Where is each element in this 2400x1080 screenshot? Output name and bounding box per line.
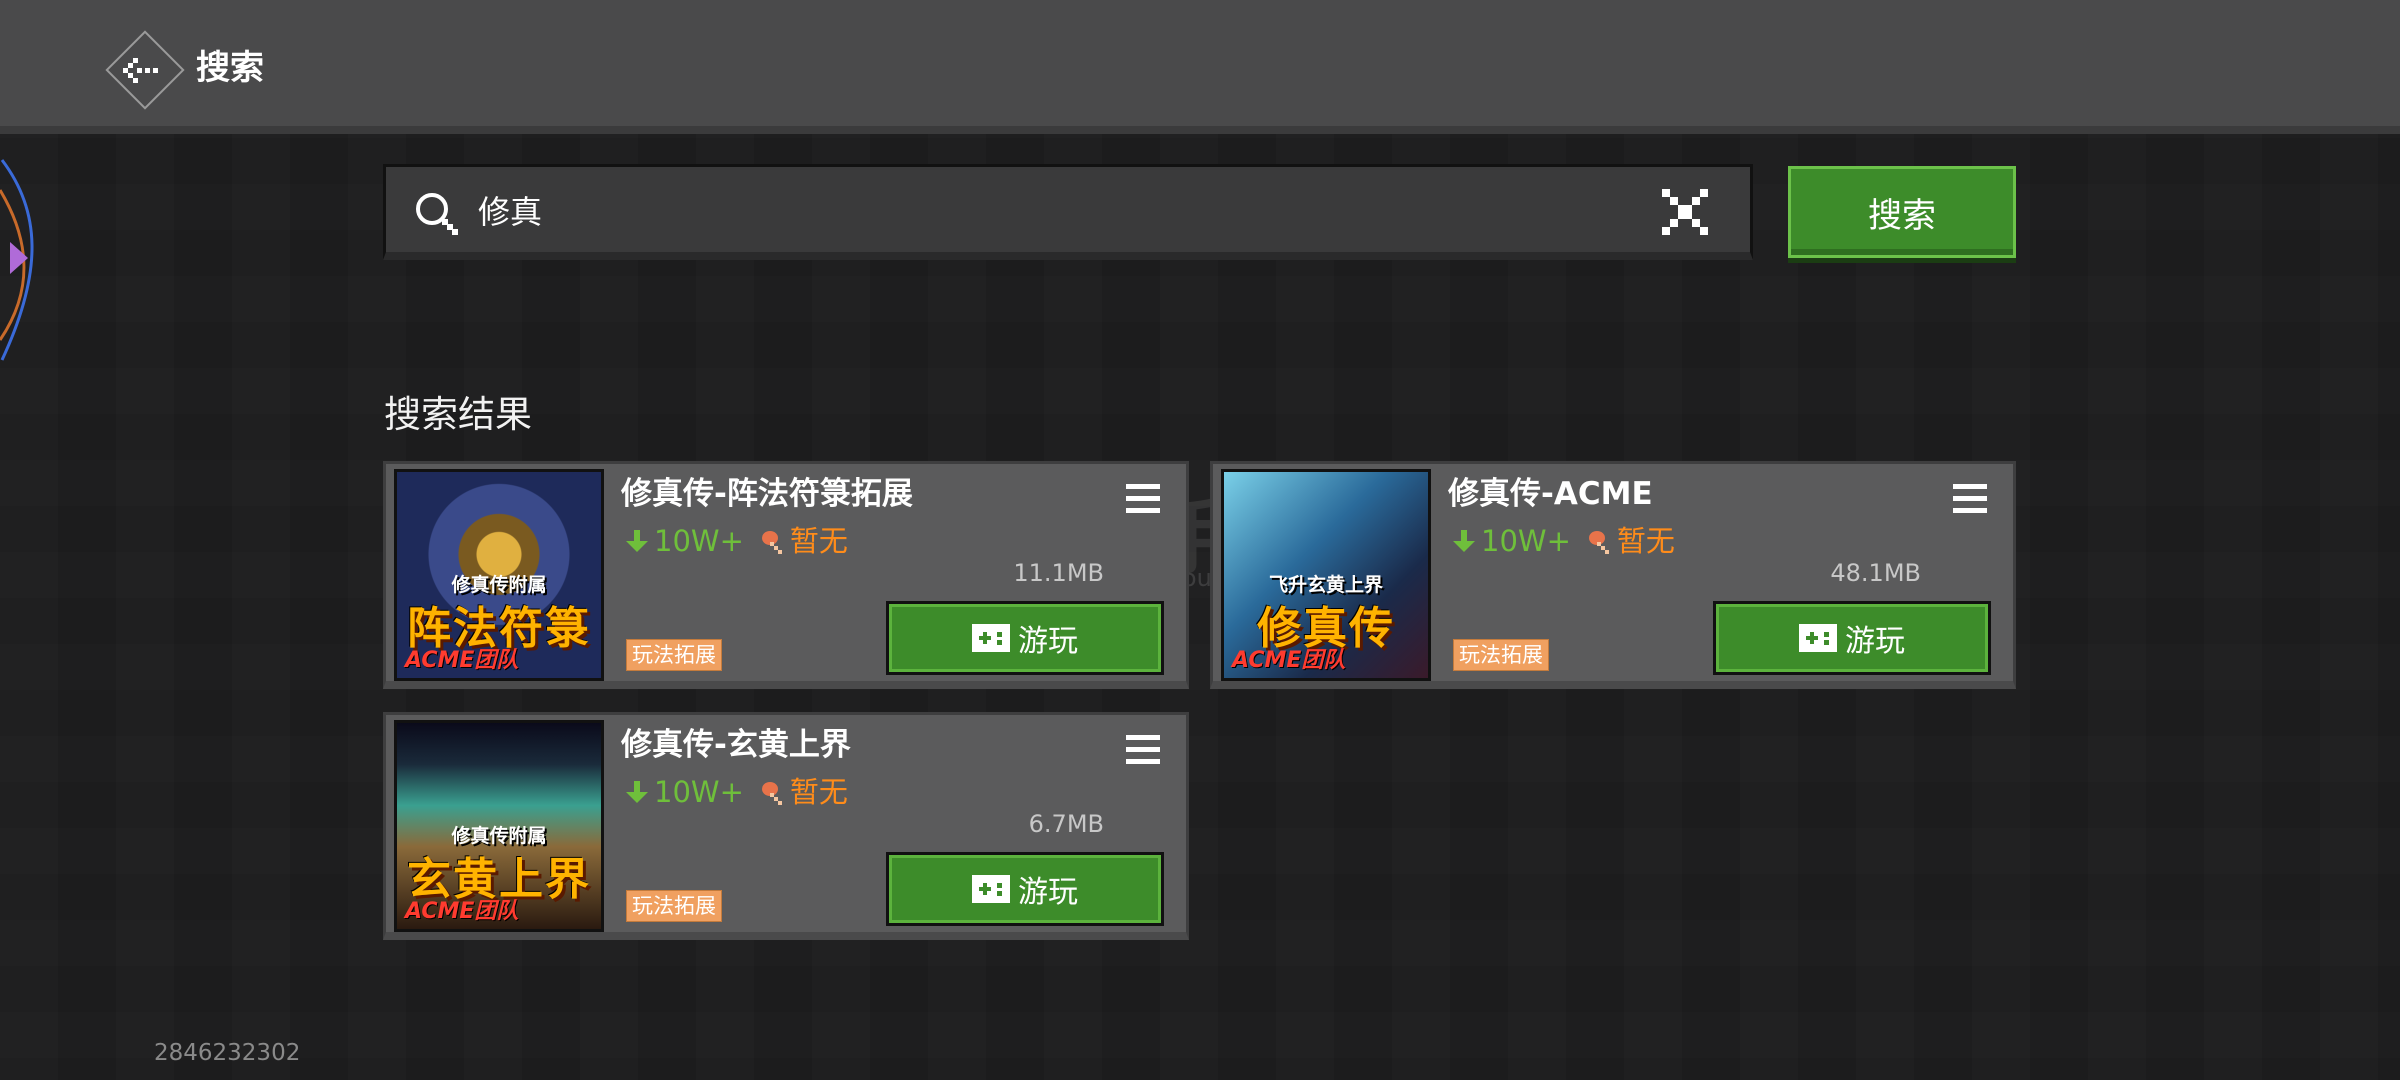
result-card[interactable]: 飞升玄黄上界 修真传 ACME团队 修真传-ACME 10W+ 暂无 48.1M…	[1210, 461, 2016, 689]
back-button[interactable]	[105, 30, 185, 110]
download-count-value: 10W+	[1481, 524, 1571, 558]
result-thumbnail: 修真传附属 阵法符箓 ACME团队	[394, 469, 604, 681]
back-arrow-icon	[123, 58, 158, 83]
search-bar	[383, 164, 1753, 260]
rating-value: 暂无	[789, 775, 848, 809]
download-arrow-icon	[626, 530, 648, 552]
gamepad-icon	[1799, 624, 1837, 652]
play-button-label: 游玩	[1018, 875, 1078, 910]
result-card[interactable]: 修真传附属 阵法符箓 ACME团队 修真传-阵法符箓拓展 10W+ 暂无 11.…	[383, 461, 1189, 689]
category-tag: 玩法拓展	[626, 890, 722, 922]
rating: 暂无	[758, 521, 848, 561]
result-title: 修真传-ACME	[1448, 476, 1653, 512]
top-bar: 搜索	[0, 0, 2400, 134]
search-input[interactable]	[476, 181, 1630, 239]
file-size: 6.7MB	[1028, 810, 1104, 838]
result-card[interactable]: 修真传附属 玄黄上界 ACME团队 修真传-玄黄上界 10W+ 暂无 6.7MB…	[383, 712, 1189, 940]
play-button[interactable]: 游玩	[886, 601, 1164, 675]
play-button[interactable]: 游玩	[1713, 601, 1991, 675]
thumb-team: ACME团队	[405, 899, 519, 924]
download-count: 10W+	[1451, 521, 1571, 561]
rating-icon	[761, 782, 782, 805]
search-icon	[416, 193, 458, 235]
play-button-label: 游玩	[1018, 624, 1078, 659]
rating-value: 暂无	[1616, 524, 1675, 558]
download-count: 10W+	[624, 772, 744, 812]
file-size: 48.1MB	[1830, 559, 1921, 587]
play-button[interactable]: 游玩	[886, 852, 1164, 926]
result-title: 修真传-玄黄上界	[621, 727, 851, 763]
gamepad-icon	[972, 875, 1010, 903]
category-tag: 玩法拓展	[626, 639, 722, 671]
results-title: 搜索结果	[384, 393, 532, 436]
download-arrow-icon	[626, 781, 648, 803]
rating-icon	[1588, 531, 1609, 554]
play-button-label: 游玩	[1845, 624, 1905, 659]
user-id: 2846232302	[154, 1040, 301, 1066]
download-count-value: 10W+	[654, 775, 744, 809]
rating-value: 暂无	[789, 524, 848, 558]
thumb-team: ACME团队	[405, 648, 519, 673]
result-thumbnail: 修真传附属 玄黄上界 ACME团队	[394, 720, 604, 932]
result-stats: 10W+ 暂无	[624, 521, 848, 561]
clear-icon[interactable]	[1662, 189, 1708, 235]
result-thumbnail: 飞升玄黄上界 修真传 ACME团队	[1221, 469, 1431, 681]
rating: 暂无	[1585, 521, 1675, 561]
result-title: 修真传-阵法符箓拓展	[621, 476, 913, 512]
download-arrow-icon	[1453, 530, 1475, 552]
menu-icon[interactable]	[1126, 735, 1160, 765]
thumb-team: ACME团队	[1232, 648, 1346, 673]
menu-icon[interactable]	[1126, 484, 1160, 514]
rating-icon	[761, 531, 782, 554]
result-stats: 10W+ 暂无	[1451, 521, 1675, 561]
download-count-value: 10W+	[654, 524, 744, 558]
result-stats: 10W+ 暂无	[624, 772, 848, 812]
page-title: 搜索	[196, 48, 264, 88]
category-tag: 玩法拓展	[1453, 639, 1549, 671]
file-size: 11.1MB	[1013, 559, 1104, 587]
rating: 暂无	[758, 772, 848, 812]
download-count: 10W+	[624, 521, 744, 561]
side-drawer-handle[interactable]	[0, 150, 50, 370]
search-button[interactable]: 搜索	[1788, 166, 2016, 258]
gamepad-icon	[972, 624, 1010, 652]
menu-icon[interactable]	[1953, 484, 1987, 514]
